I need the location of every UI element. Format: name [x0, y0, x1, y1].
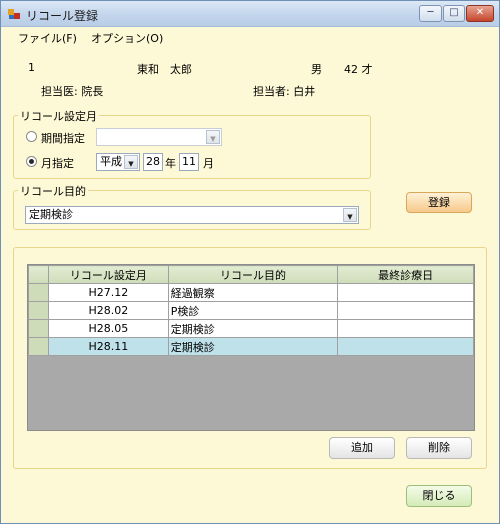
window-title: リコール登録: [26, 9, 99, 23]
delete-button[interactable]: 削除: [406, 437, 472, 459]
chevron-down-icon[interactable]: ▼: [124, 155, 138, 169]
row-header[interactable]: [28, 283, 49, 302]
menu-bar: ファイル(F) オプション(O): [1, 27, 499, 47]
close-button[interactable]: 閉じる: [406, 485, 472, 507]
row-header[interactable]: [28, 301, 49, 320]
row-header-corner: [28, 265, 49, 284]
cell-last-visit[interactable]: [337, 337, 474, 356]
row-header[interactable]: [28, 319, 49, 338]
column-header-recall-month[interactable]: リコール設定月: [47, 265, 169, 284]
cell-recall-month[interactable]: H28.11: [47, 337, 169, 356]
cell-recall-purpose[interactable]: 経過観察: [167, 283, 339, 302]
register-button[interactable]: 登録: [406, 192, 472, 213]
doctor-label: 担当医: 院長: [41, 85, 104, 98]
maximize-button[interactable]: □: [443, 5, 465, 22]
cell-recall-purpose[interactable]: P検診: [167, 301, 339, 320]
cell-recall-month[interactable]: H28.05: [47, 319, 169, 338]
app-icon: [8, 9, 20, 19]
year-unit: 年: [165, 157, 176, 170]
chevron-down-icon[interactable]: ▼: [343, 208, 357, 222]
cell-recall-month[interactable]: H27.12: [47, 283, 169, 302]
recall-purpose-value: 定期検診: [29, 208, 73, 221]
period-dropdown[interactable]: ▼: [96, 128, 222, 146]
era-dropdown[interactable]: 平成 ▼: [96, 153, 140, 171]
cell-recall-month[interactable]: H28.02: [47, 301, 169, 320]
cell-recall-purpose[interactable]: 定期検診: [167, 337, 339, 356]
table-header-row: リコール設定月 リコール目的 最終診療日: [28, 265, 474, 284]
cell-last-visit[interactable]: [337, 319, 474, 338]
month-label: 月指定: [41, 157, 74, 170]
title-bar[interactable]: リコール登録 ─ □ ✕: [1, 1, 499, 27]
table-row-selected[interactable]: H28.11 定期検診: [28, 337, 474, 356]
year-input[interactable]: 28: [143, 153, 163, 171]
staff-label: 担当者: 白井: [253, 85, 316, 98]
row-header[interactable]: [28, 337, 49, 356]
recall-month-group-title: リコール設定月: [18, 108, 99, 124]
recall-table-area: リコール設定月 リコール目的 最終診療日 H27.12 経過観察 H28.02 …: [27, 264, 475, 431]
patient-age: 42 才: [344, 63, 373, 76]
month-radio[interactable]: [26, 156, 37, 167]
menu-options[interactable]: オプション(O): [91, 30, 163, 46]
cell-recall-purpose[interactable]: 定期検診: [167, 319, 339, 338]
month-unit: 月: [203, 157, 214, 170]
recall-table: リコール設定月 リコール目的 最終診療日 H27.12 経過観察 H28.02 …: [28, 265, 474, 356]
table-row[interactable]: H28.02 P検診: [28, 301, 474, 320]
column-header-recall-purpose[interactable]: リコール目的: [167, 265, 339, 284]
patient-gender: 男: [311, 63, 322, 76]
cell-last-visit[interactable]: [337, 283, 474, 302]
period-radio[interactable]: [26, 131, 37, 142]
add-button[interactable]: 追加: [329, 437, 395, 459]
patient-name: 東和 太郎: [137, 63, 192, 76]
close-window-button[interactable]: ✕: [466, 5, 494, 22]
patient-id: 1: [28, 61, 35, 74]
table-row[interactable]: H28.05 定期検診: [28, 319, 474, 338]
month-input[interactable]: 11: [179, 153, 199, 171]
table-row[interactable]: H27.12 経過観察: [28, 283, 474, 302]
menu-file[interactable]: ファイル(F): [18, 30, 77, 46]
recall-purpose-group-title: リコール目的: [18, 183, 88, 199]
period-label: 期間指定: [41, 132, 85, 145]
recall-purpose-dropdown[interactable]: 定期検診 ▼: [25, 206, 359, 224]
minimize-button[interactable]: ─: [419, 5, 442, 22]
era-value: 平成: [100, 155, 122, 168]
chevron-down-icon[interactable]: ▼: [206, 130, 220, 144]
recall-registration-window: リコール登録 ─ □ ✕ ファイル(F) オプション(O) 1 東和 太郎 男 …: [0, 0, 500, 524]
cell-last-visit[interactable]: [337, 301, 474, 320]
column-header-last-visit[interactable]: 最終診療日: [337, 265, 474, 284]
